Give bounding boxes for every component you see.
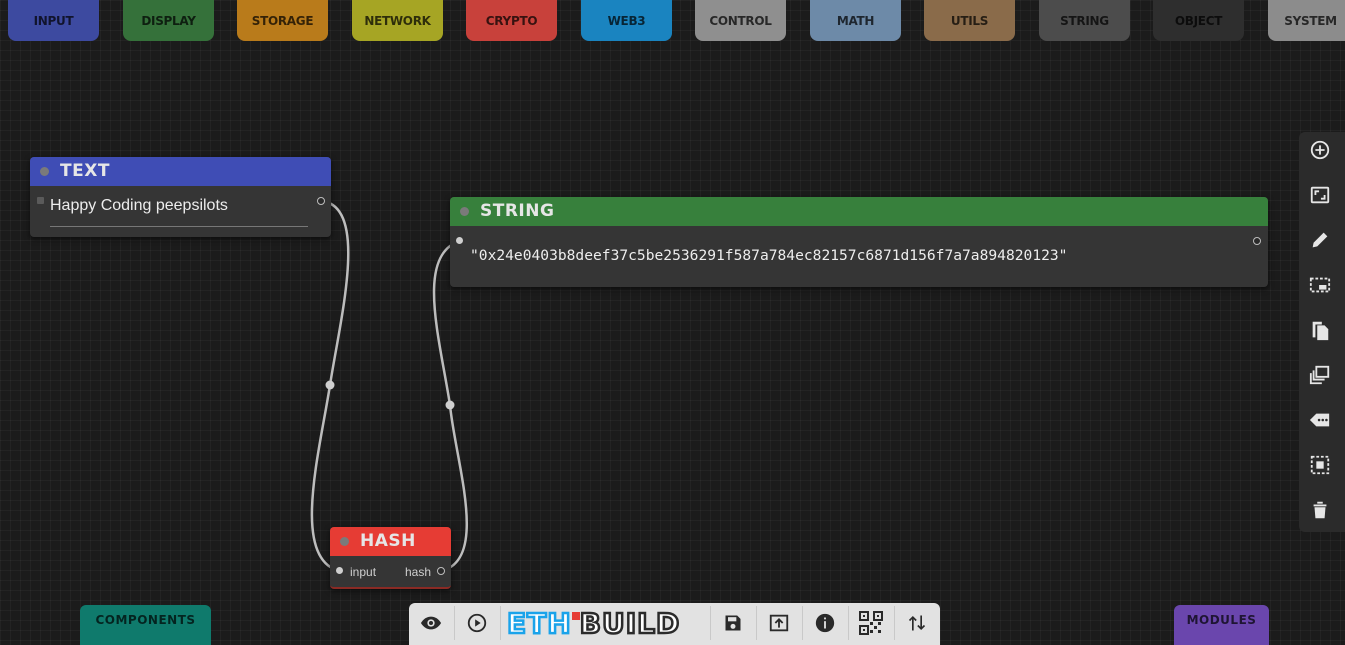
hash-node-title: HASH	[360, 531, 416, 551]
delete-icon[interactable]	[1299, 492, 1341, 528]
text-node-title: TEXT	[60, 161, 110, 181]
modules-tab-label: MODULES	[1186, 613, 1257, 627]
text-node-value-field[interactable]: Happy Coding peepsilots	[50, 197, 308, 227]
hash-node[interactable]: HASH input hash	[330, 527, 451, 589]
category-control[interactable]: CONTROL	[695, 0, 786, 41]
duplicate-icon[interactable]	[1299, 357, 1341, 393]
string-node-input-slot[interactable]	[456, 237, 463, 244]
category-network[interactable]: NETWORK	[352, 0, 443, 41]
logo-dot	[571, 612, 580, 620]
swap-icon[interactable]	[895, 603, 939, 643]
text-node[interactable]: TEXT Happy Coding peepsilots	[30, 157, 331, 237]
components-tab[interactable]: COMPONENTS	[80, 605, 211, 645]
string-node-value: "0x24e0403b8deef37c5be2536291f587a784ec8…	[470, 247, 1068, 264]
bottom-bar: ETH BUILD	[409, 603, 940, 645]
edit-icon[interactable]	[1299, 222, 1341, 258]
logo-eth: ETH	[506, 606, 572, 642]
upload-icon[interactable]	[757, 603, 801, 643]
text-node-header[interactable]: TEXT	[30, 157, 331, 186]
modules-tab[interactable]: MODULES	[1174, 605, 1269, 645]
hash-input-slot[interactable]	[336, 567, 343, 574]
category-system[interactable]: SYSTEM	[1268, 0, 1345, 41]
eye-icon[interactable]	[409, 603, 453, 643]
fit-view-icon[interactable]	[1299, 177, 1341, 213]
collapse-dot[interactable]	[460, 207, 469, 216]
category-utils[interactable]: UTILS	[924, 0, 1015, 41]
category-object[interactable]: OBJECT	[1153, 0, 1244, 41]
save-icon[interactable]	[711, 603, 755, 643]
text-node-value: Happy Coding peepsilots	[50, 197, 228, 214]
category-display[interactable]: DISPLAY	[123, 0, 214, 41]
text-node-input-slot[interactable]	[37, 197, 44, 204]
components-tab-label: COMPONENTS	[95, 613, 196, 627]
right-toolbar	[1299, 132, 1345, 532]
qr-code-icon[interactable]	[849, 603, 893, 643]
add-icon[interactable]	[1299, 132, 1341, 168]
category-crypto[interactable]: CRYPTO	[466, 0, 557, 41]
string-node[interactable]: STRING "0x24e0403b8deef37c5be2536291f587…	[450, 197, 1268, 287]
play-icon[interactable]	[455, 603, 499, 643]
hash-node-header[interactable]: HASH	[330, 527, 451, 556]
hash-input-label: input	[350, 565, 377, 579]
wire-text-to-hash	[310, 199, 350, 573]
select-region-icon[interactable]	[1299, 267, 1341, 303]
wire-hash-to-string	[432, 239, 469, 573]
info-icon[interactable]	[803, 603, 847, 643]
wire-midpoint	[445, 400, 455, 410]
logo-build: BUILD	[578, 606, 681, 642]
category-string[interactable]: STRING	[1039, 0, 1130, 41]
category-input[interactable]: INPUT	[8, 0, 99, 41]
hash-output-slot[interactable]	[437, 567, 445, 575]
connection-wires	[310, 199, 469, 573]
category-storage[interactable]: STORAGE	[237, 0, 328, 41]
hash-output-label: hash	[405, 565, 432, 579]
separator	[500, 606, 501, 640]
copy-icon[interactable]	[1299, 312, 1341, 348]
category-web3[interactable]: WEB3	[581, 0, 672, 41]
select-all-icon[interactable]	[1299, 447, 1341, 483]
collapse-dot[interactable]	[40, 167, 49, 176]
wire-midpoint	[325, 380, 335, 390]
label-icon[interactable]	[1299, 402, 1341, 438]
text-node-output-slot[interactable]	[317, 197, 325, 205]
string-node-output-slot[interactable]	[1253, 237, 1261, 245]
string-node-header[interactable]: STRING	[450, 197, 1268, 226]
category-math[interactable]: MATH	[810, 0, 901, 41]
eth-build-logo[interactable]: ETH BUILD	[506, 605, 699, 643]
string-node-title: STRING	[480, 201, 555, 221]
collapse-dot[interactable]	[340, 537, 349, 546]
